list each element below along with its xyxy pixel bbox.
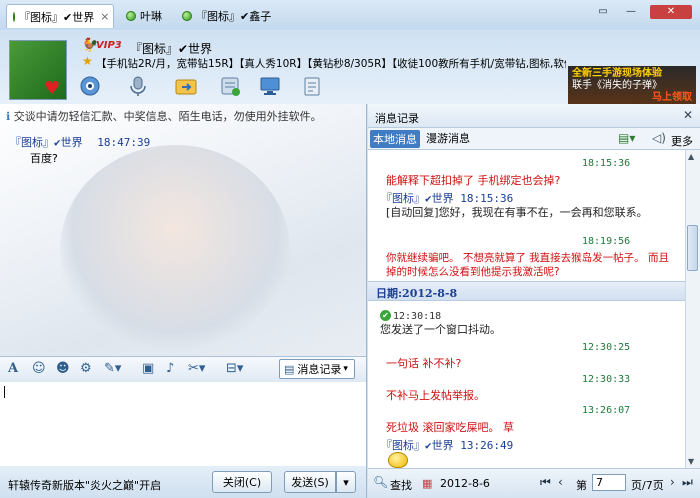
restore-button[interactable]: ▭ (592, 5, 614, 19)
history-time: 12:30:18 (393, 311, 442, 322)
history-message: [自动回复]您好，我现在有事不在，一会再和您联系。 (386, 206, 648, 219)
file-transfer-icon[interactable] (172, 72, 200, 100)
speaker-icon[interactable]: ◁) (652, 131, 666, 145)
tab-label: 叶琳 (140, 10, 162, 23)
message-header: 『图标』✔世界 18:47:39 (10, 134, 150, 150)
history-time: 12:30:33 (582, 374, 631, 385)
minimize-button[interactable]: — (620, 5, 642, 19)
text-caret (4, 386, 5, 398)
calendar-icon[interactable]: ▦ (422, 477, 432, 490)
search-button[interactable]: 查找 (390, 477, 412, 493)
chevron-down-icon: ▾ (343, 364, 348, 374)
security-notice-text: 交谈中请勿轻信汇款、中奖信息、陌生电话，勿使用外挂软件。 (13, 110, 322, 123)
message-sender[interactable]: 『图标』✔世界 (10, 136, 83, 149)
history-message: 您发送了一个窗口抖动。 (380, 323, 501, 336)
online-status-icon (13, 11, 15, 22)
chat-background-image (60, 145, 290, 355)
search-icon[interactable]: 🔍︎ (373, 475, 388, 489)
more-button[interactable]: 更多 (671, 133, 693, 149)
history-message: 不补马上发帖举报。 (386, 389, 485, 402)
history-sender: 『图标』✔世界 13:26:49 (381, 439, 514, 452)
promo-line3: 马上领取 (652, 92, 692, 103)
contact-name[interactable]: 『图标』✔世界 (130, 40, 212, 57)
history-sender: 『图标』✔世界 18:15:36 (381, 192, 514, 205)
close-window-button[interactable]: ✕ (650, 5, 692, 19)
history-time: 12:30:25 (582, 342, 631, 353)
ad-link[interactable]: 轩辕传奇新版本"炎火之巅"开启 (8, 477, 161, 493)
history-date: 日期:2012-8-8 (376, 287, 458, 300)
music-icon[interactable]: ♪ (166, 361, 174, 377)
history-message: 死垃圾 滚回家吃屎吧。 草 (386, 421, 514, 434)
video-call-icon[interactable] (76, 72, 104, 100)
message-history-button[interactable]: ▤ 消息记录 ▾ (279, 359, 355, 379)
history-time: 18:19:56 (582, 236, 631, 247)
tab-xinzi[interactable]: 『图标』✔鑫子 (176, 4, 277, 28)
history-message: 一句话 补不补? (386, 357, 462, 370)
history-message: 你就继续骗吧。 不想亮就算了 我直接去猴岛发一帖子。 而且 掉的时候怎么没看到他… (386, 252, 670, 278)
scroll-thumb[interactable] (687, 225, 698, 271)
scroll-up-icon[interactable]: ▲ (688, 152, 694, 161)
message-history-label: 消息记录 (297, 363, 342, 376)
contact-signature: 【手机钻2R/月，宽带钻15R】【真人秀10R】【黄钻秒8/305R】【收徒10… (96, 58, 566, 70)
remote-desktop-icon[interactable] (256, 72, 284, 100)
last-page-icon[interactable]: ⏭︎ (682, 475, 693, 490)
promo-banner[interactable]: 全新三手游现场体验 联手《消失的子弹》 马上领取 (568, 66, 696, 104)
message-time: 18:47:39 (97, 136, 151, 149)
check-icon: ✔ (380, 310, 391, 321)
screenshot-scissors-icon[interactable]: ✂▾ (188, 361, 205, 377)
emoji-sticker-icon (388, 452, 408, 468)
toolbox-icon[interactable]: ⊟▾ (226, 361, 243, 377)
page-number-input[interactable]: 7 (592, 474, 626, 491)
tab-roaming-messages[interactable]: 漫游消息 (426, 130, 470, 148)
security-notice: ℹ 交谈中请勿轻信汇款、中奖信息、陌生电话，勿使用外挂软件。 (6, 108, 322, 124)
scroll-down-icon[interactable]: ▼ (688, 457, 694, 466)
tab-label: 『图标』✔鑫子 (196, 10, 272, 23)
date-picker[interactable]: 2012-8-6 (440, 477, 490, 490)
star-icon: ★ (82, 54, 93, 68)
vip-level: VIP3 (96, 40, 122, 51)
tab-shijie[interactable]: 『图标』✔世界 × (6, 4, 114, 28)
page-prefix: 第 (576, 479, 587, 492)
first-page-icon[interactable]: ⏮︎ (540, 475, 551, 490)
history-scrollbar[interactable] (685, 150, 700, 468)
tab-close-icon[interactable]: × (100, 10, 109, 23)
message-text: 百度? (30, 152, 58, 165)
close-button[interactable]: 关闭(C) (212, 471, 272, 493)
history-panel-title: 消息记录 (375, 112, 419, 125)
history-time: 18:15:36 (582, 158, 631, 169)
page-suffix: 页/7页 (631, 479, 664, 492)
more-apps-icon[interactable] (298, 72, 326, 100)
emoji-icon[interactable]: ☺ (32, 361, 46, 377)
font-icon[interactable]: A (8, 361, 18, 377)
info-icon: ℹ (6, 110, 11, 123)
tab-label: 『图标』✔世界 (19, 10, 95, 24)
history-time: 13:26:07 (582, 405, 631, 416)
online-status-icon (182, 11, 192, 21)
history-message: 能解释下超扣掉了 手机绑定也会掉? (386, 174, 561, 187)
prev-page-icon[interactable]: ‹ (558, 475, 563, 489)
close-history-icon[interactable]: ✕ (683, 108, 693, 122)
shake-icon[interactable]: ⚙ (80, 361, 92, 377)
heart-icon: ♥ (44, 78, 61, 99)
send-button[interactable]: 发送(S) (284, 471, 336, 493)
doodle-icon[interactable]: ✎▾ (104, 361, 121, 377)
app-icon[interactable] (216, 72, 244, 100)
tab-yelin[interactable]: 叶琳 (120, 4, 168, 28)
voice-call-icon[interactable] (124, 72, 152, 100)
promo-line2: 联手《消失的子弹》 (572, 80, 662, 91)
magic-face-icon[interactable]: ☻ (56, 361, 70, 377)
image-icon[interactable]: ▣ (142, 361, 154, 377)
message-input[interactable] (0, 382, 367, 466)
send-options-chevron-icon[interactable]: ▾ (336, 471, 356, 493)
next-page-icon[interactable]: › (670, 475, 675, 489)
tab-local-messages[interactable]: 本地消息 (370, 130, 420, 148)
history-icon: ▤ (284, 362, 295, 376)
online-status-icon (126, 11, 136, 21)
promo-line1: 全新三手游现场体验 (572, 68, 662, 79)
message-manager-icon[interactable]: ▤▾ (618, 131, 635, 145)
